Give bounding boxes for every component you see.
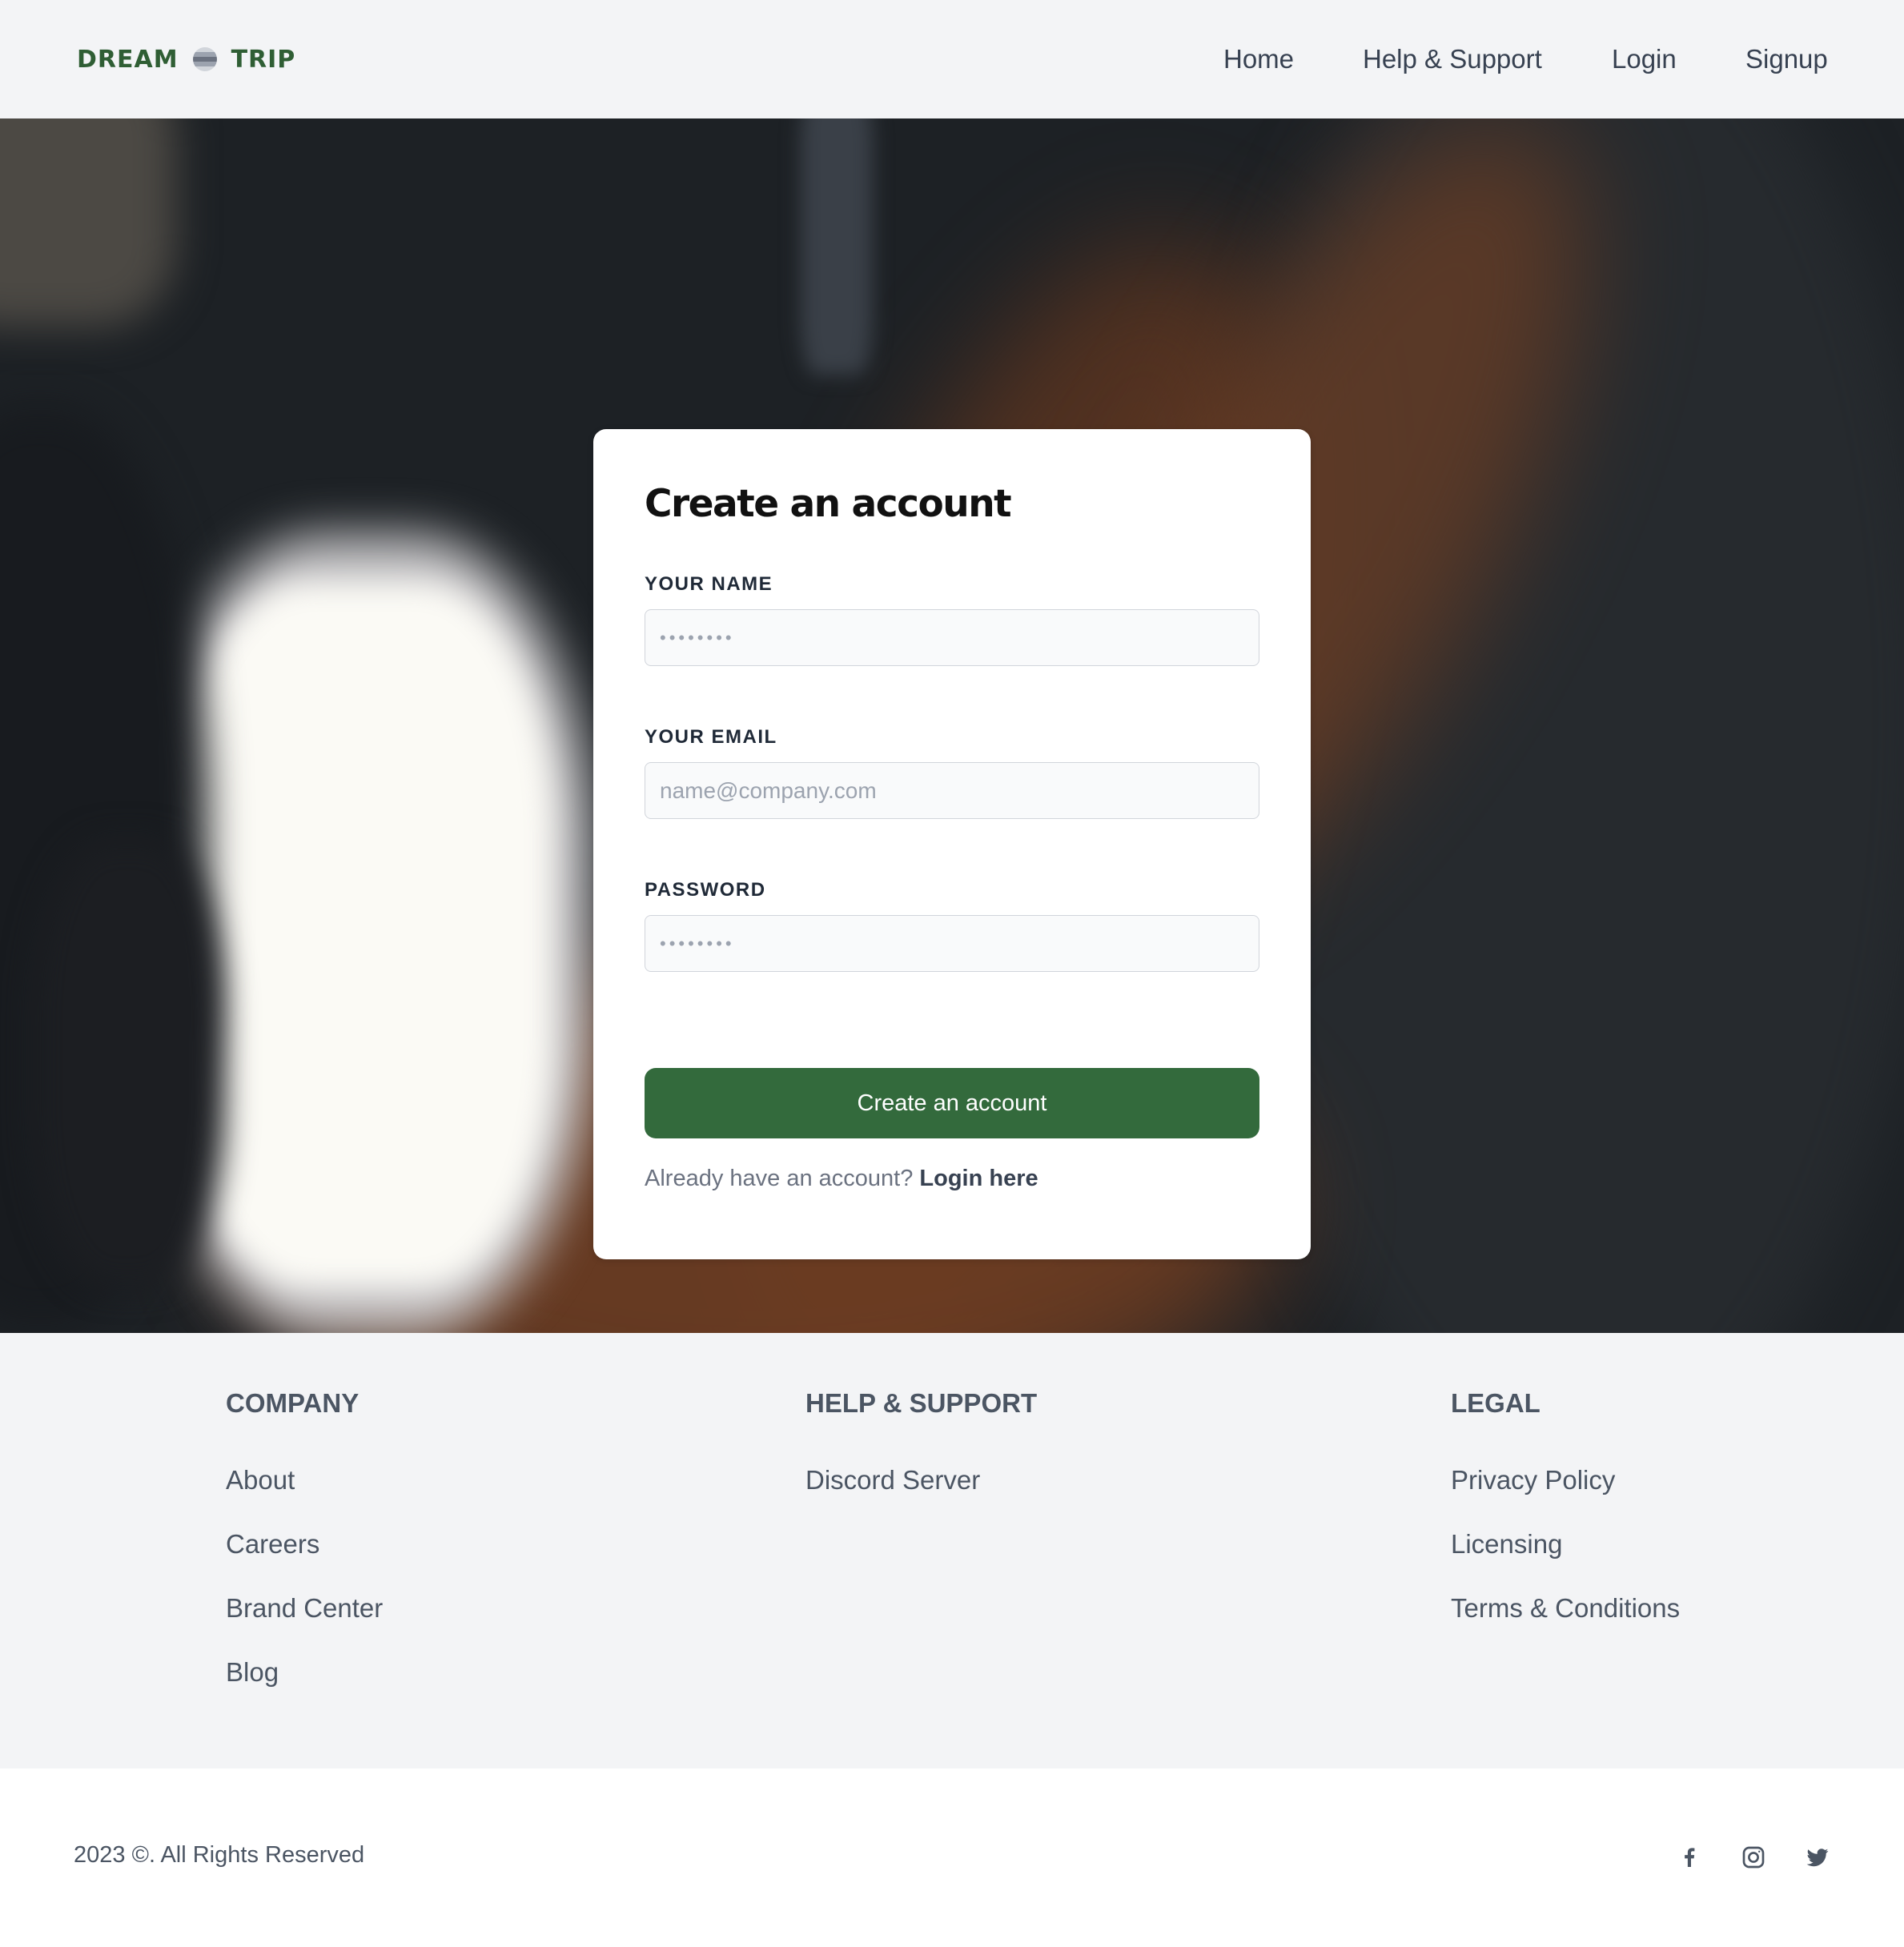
login-prompt-row: Already have an account? Login here xyxy=(645,1166,1038,1192)
footer-column-title: LEGAL xyxy=(1451,1388,1540,1418)
create-account-button[interactable]: Create an account xyxy=(645,1068,1259,1138)
footer-link-careers[interactable]: Careers xyxy=(226,1529,319,1559)
login-here-link[interactable]: Login here xyxy=(919,1166,1038,1191)
name-label: YOUR NAME xyxy=(645,573,773,595)
footer-column-help-support: HELP & SUPPORT Discord Server xyxy=(805,1387,1037,1528)
site-header: DREAM TRIP Home Help & Support Login Sig… xyxy=(0,0,1904,118)
main-nav: Home Help & Support Login Signup xyxy=(0,37,1904,82)
hero-section: Create an account YOUR NAME YOUR EMAIL P… xyxy=(0,118,1904,1333)
footer-bottom-bar: 2023 ©. All Rights Reserved xyxy=(0,1768,1904,1947)
footer-link-blog[interactable]: Blog xyxy=(226,1657,279,1687)
nav-home-link[interactable]: Home xyxy=(1223,37,1294,82)
footer-column-legal: LEGAL Privacy Policy Licensing Terms & C… xyxy=(1451,1387,1680,1656)
signup-form-card: Create an account YOUR NAME YOUR EMAIL P… xyxy=(593,429,1311,1259)
footer-link-about[interactable]: About xyxy=(226,1465,295,1495)
copyright-text: 2023 ©. All Rights Reserved xyxy=(74,1842,365,1868)
footer-link-discord-server[interactable]: Discord Server xyxy=(805,1465,980,1495)
footer-column-title: COMPANY xyxy=(226,1388,360,1418)
email-label: YOUR EMAIL xyxy=(645,726,777,748)
footer-link-terms-conditions[interactable]: Terms & Conditions xyxy=(1451,1593,1680,1623)
facebook-icon[interactable] xyxy=(1675,1843,1704,1872)
password-input[interactable] xyxy=(645,915,1259,972)
instagram-icon[interactable] xyxy=(1739,1843,1768,1872)
nav-help-support-link[interactable]: Help & Support xyxy=(1363,37,1542,82)
nav-signup-link[interactable]: Signup xyxy=(1745,37,1828,82)
site-footer: COMPANY About Careers Brand Center Blog … xyxy=(0,1333,1904,1768)
footer-column-title: HELP & SUPPORT xyxy=(805,1388,1038,1418)
password-label: PASSWORD xyxy=(645,879,766,901)
footer-link-licensing[interactable]: Licensing xyxy=(1451,1529,1562,1559)
login-prompt-text: Already have an account? xyxy=(645,1166,914,1191)
nav-login-link[interactable]: Login xyxy=(1612,37,1677,82)
name-input[interactable] xyxy=(645,609,1259,666)
footer-column-company: COMPANY About Careers Brand Center Blog xyxy=(226,1387,383,1720)
form-title: Create an account xyxy=(645,482,1012,526)
twitter-icon[interactable] xyxy=(1803,1843,1832,1872)
footer-link-brand-center[interactable]: Brand Center xyxy=(226,1593,383,1623)
footer-link-privacy-policy[interactable]: Privacy Policy xyxy=(1451,1465,1615,1495)
email-input[interactable] xyxy=(645,762,1259,819)
